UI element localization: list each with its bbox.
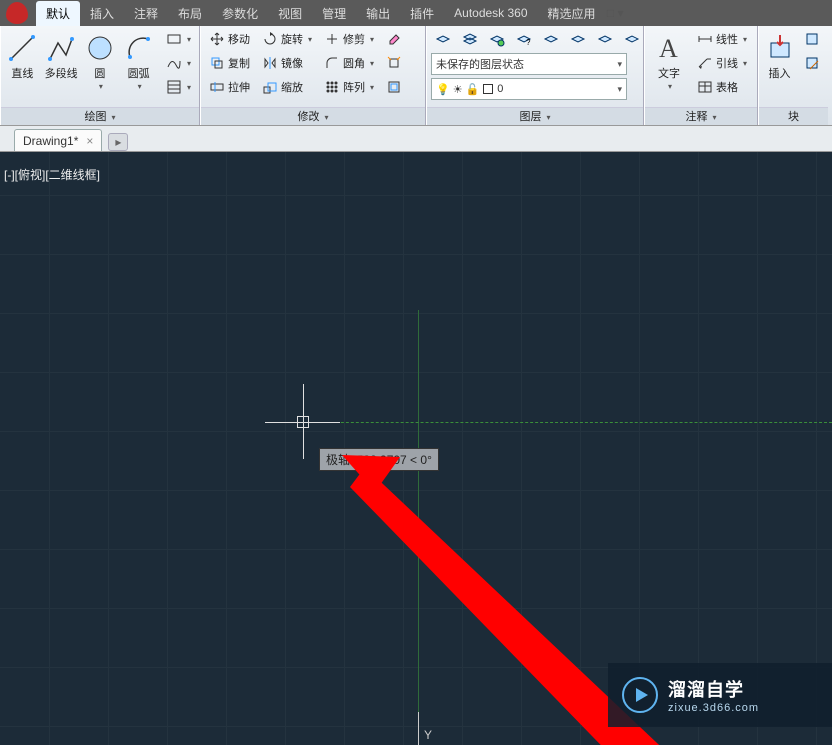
layer-state-combo[interactable]: 未保存的图层状态▾ <box>431 53 627 75</box>
polar-tooltip: 极轴: 532.3707 < 0° <box>319 448 439 471</box>
btn-hatch[interactable]: ▾ <box>162 76 195 98</box>
btn-explode[interactable] <box>382 52 406 74</box>
line-icon <box>6 32 38 64</box>
btn-bedit[interactable] <box>800 52 824 74</box>
btn-rect[interactable]: ▾ <box>162 28 195 50</box>
btn-lay3[interactable] <box>485 28 509 50</box>
doc-tab[interactable]: Drawing1* × <box>14 129 102 151</box>
panel-modify: 移动 复制 拉伸 旋转▾ 镜像 缩放 修剪▾ 圆角▾ 阵列▾ 修改 ▾ <box>200 26 426 125</box>
btn-circle[interactable]: 圆▾ <box>83 28 118 91</box>
circle-icon <box>84 32 116 64</box>
pickbox <box>297 416 309 428</box>
btn-offset[interactable] <box>382 76 406 98</box>
panel-layer: ? 未保存的图层状态▾ 💡 ☀ 🔓 0 ▾ 图层 ▾ <box>426 26 644 125</box>
btn-scale[interactable]: 缩放 <box>258 76 316 98</box>
menu-anno[interactable]: 注释 <box>124 1 168 26</box>
btn-bcreate[interactable] <box>800 28 824 50</box>
drawing-canvas[interactable]: [-][俯视][二维线框] 极轴: 532.3707 < 0° Y X 溜溜自学… <box>0 152 832 745</box>
btn-fillet[interactable]: 圆角▾ <box>320 52 378 74</box>
menu-param[interactable]: 参数化 <box>212 1 268 26</box>
menu-plugin[interactable]: 插件 <box>400 1 444 26</box>
ribbon: 直线 多段线 圆▾ 圆弧▾ ▾ ▾ ▾ 绘图 ▾ <box>0 26 832 126</box>
btn-table[interactable]: 表格 <box>693 76 751 98</box>
btn-trim[interactable]: 修剪▾ <box>320 28 378 50</box>
app-icon[interactable] <box>6 2 28 24</box>
svg-text:?: ? <box>526 38 531 47</box>
btn-leader[interactable]: 引线▾ <box>693 52 751 74</box>
close-icon[interactable]: × <box>86 134 93 148</box>
btn-lay1[interactable] <box>431 28 455 50</box>
btn-binsert[interactable]: 插入 <box>763 28 796 81</box>
new-tab-button[interactable]: ▸ <box>108 133 128 151</box>
bulb-icon: 💡 <box>436 83 450 96</box>
btn-array[interactable]: 阵列▾ <box>320 76 378 98</box>
guide-vertical <box>418 310 419 745</box>
btn-copy[interactable]: 复制 <box>205 52 254 74</box>
btn-rotate[interactable]: 旋转▾ <box>258 28 316 50</box>
btn-lay7[interactable] <box>593 28 617 50</box>
menu-layout[interactable]: 布局 <box>168 1 212 26</box>
panel-anno: A 文字▾ 线性▾ 引线▾ 表格 注释 ▾ <box>644 26 758 125</box>
layer-current-combo[interactable]: 💡 ☀ 🔓 0 ▾ <box>431 78 627 100</box>
btn-line[interactable]: 直线 <box>5 28 40 81</box>
menu-a360[interactable]: Autodesk 360 <box>444 2 537 24</box>
btn-lay6[interactable] <box>566 28 590 50</box>
btn-lay8[interactable] <box>620 28 644 50</box>
btn-erase[interactable] <box>382 28 406 50</box>
menu-view[interactable]: 视图 <box>268 1 312 26</box>
text-icon: A <box>653 32 685 64</box>
document-tabs: Drawing1* × ▸ <box>0 126 832 152</box>
menubar-chevron[interactable]: ▾ <box>616 6 626 20</box>
btn-spline[interactable]: ▾ <box>162 52 195 74</box>
panel-draw: 直线 多段线 圆▾ 圆弧▾ ▾ ▾ ▾ 绘图 ▾ <box>0 26 200 125</box>
menu-featured[interactable]: 精选应用 <box>538 1 606 26</box>
btn-stretch[interactable]: 拉伸 <box>205 76 254 98</box>
panel-block: 插入 块 <box>758 26 828 125</box>
menu-insert[interactable]: 插入 <box>80 1 124 26</box>
btn-lay2[interactable] <box>458 28 482 50</box>
pline-icon <box>45 32 77 64</box>
polar-track-line <box>306 422 832 423</box>
btn-lay5[interactable] <box>539 28 563 50</box>
menu-default[interactable]: 默认 <box>36 1 80 26</box>
menubar-box[interactable]: □ <box>606 6 616 20</box>
insert-icon <box>764 32 796 64</box>
btn-arc[interactable]: 圆弧▾ <box>121 28 156 91</box>
menubar: 默认 插入 注释 布局 参数化 视图 管理 输出 插件 Autodesk 360… <box>0 0 832 26</box>
menu-output[interactable]: 输出 <box>356 1 400 26</box>
btn-move[interactable]: 移动 <box>205 28 254 50</box>
btn-pline[interactable]: 多段线 <box>44 28 79 81</box>
btn-lay4[interactable]: ? <box>512 28 536 50</box>
viewport-label[interactable]: [-][俯视][二维线框] <box>4 166 100 183</box>
btn-text[interactable]: A 文字▾ <box>649 28 689 91</box>
menu-manage[interactable]: 管理 <box>312 1 356 26</box>
svg-text:A: A <box>659 34 678 63</box>
watermark: 溜溜自学 zixue.3d66.com <box>608 663 832 727</box>
btn-mirror[interactable]: 镜像 <box>258 52 316 74</box>
arc-icon <box>123 32 155 64</box>
play-icon <box>622 677 658 713</box>
btn-dim[interactable]: 线性▾ <box>693 28 751 50</box>
